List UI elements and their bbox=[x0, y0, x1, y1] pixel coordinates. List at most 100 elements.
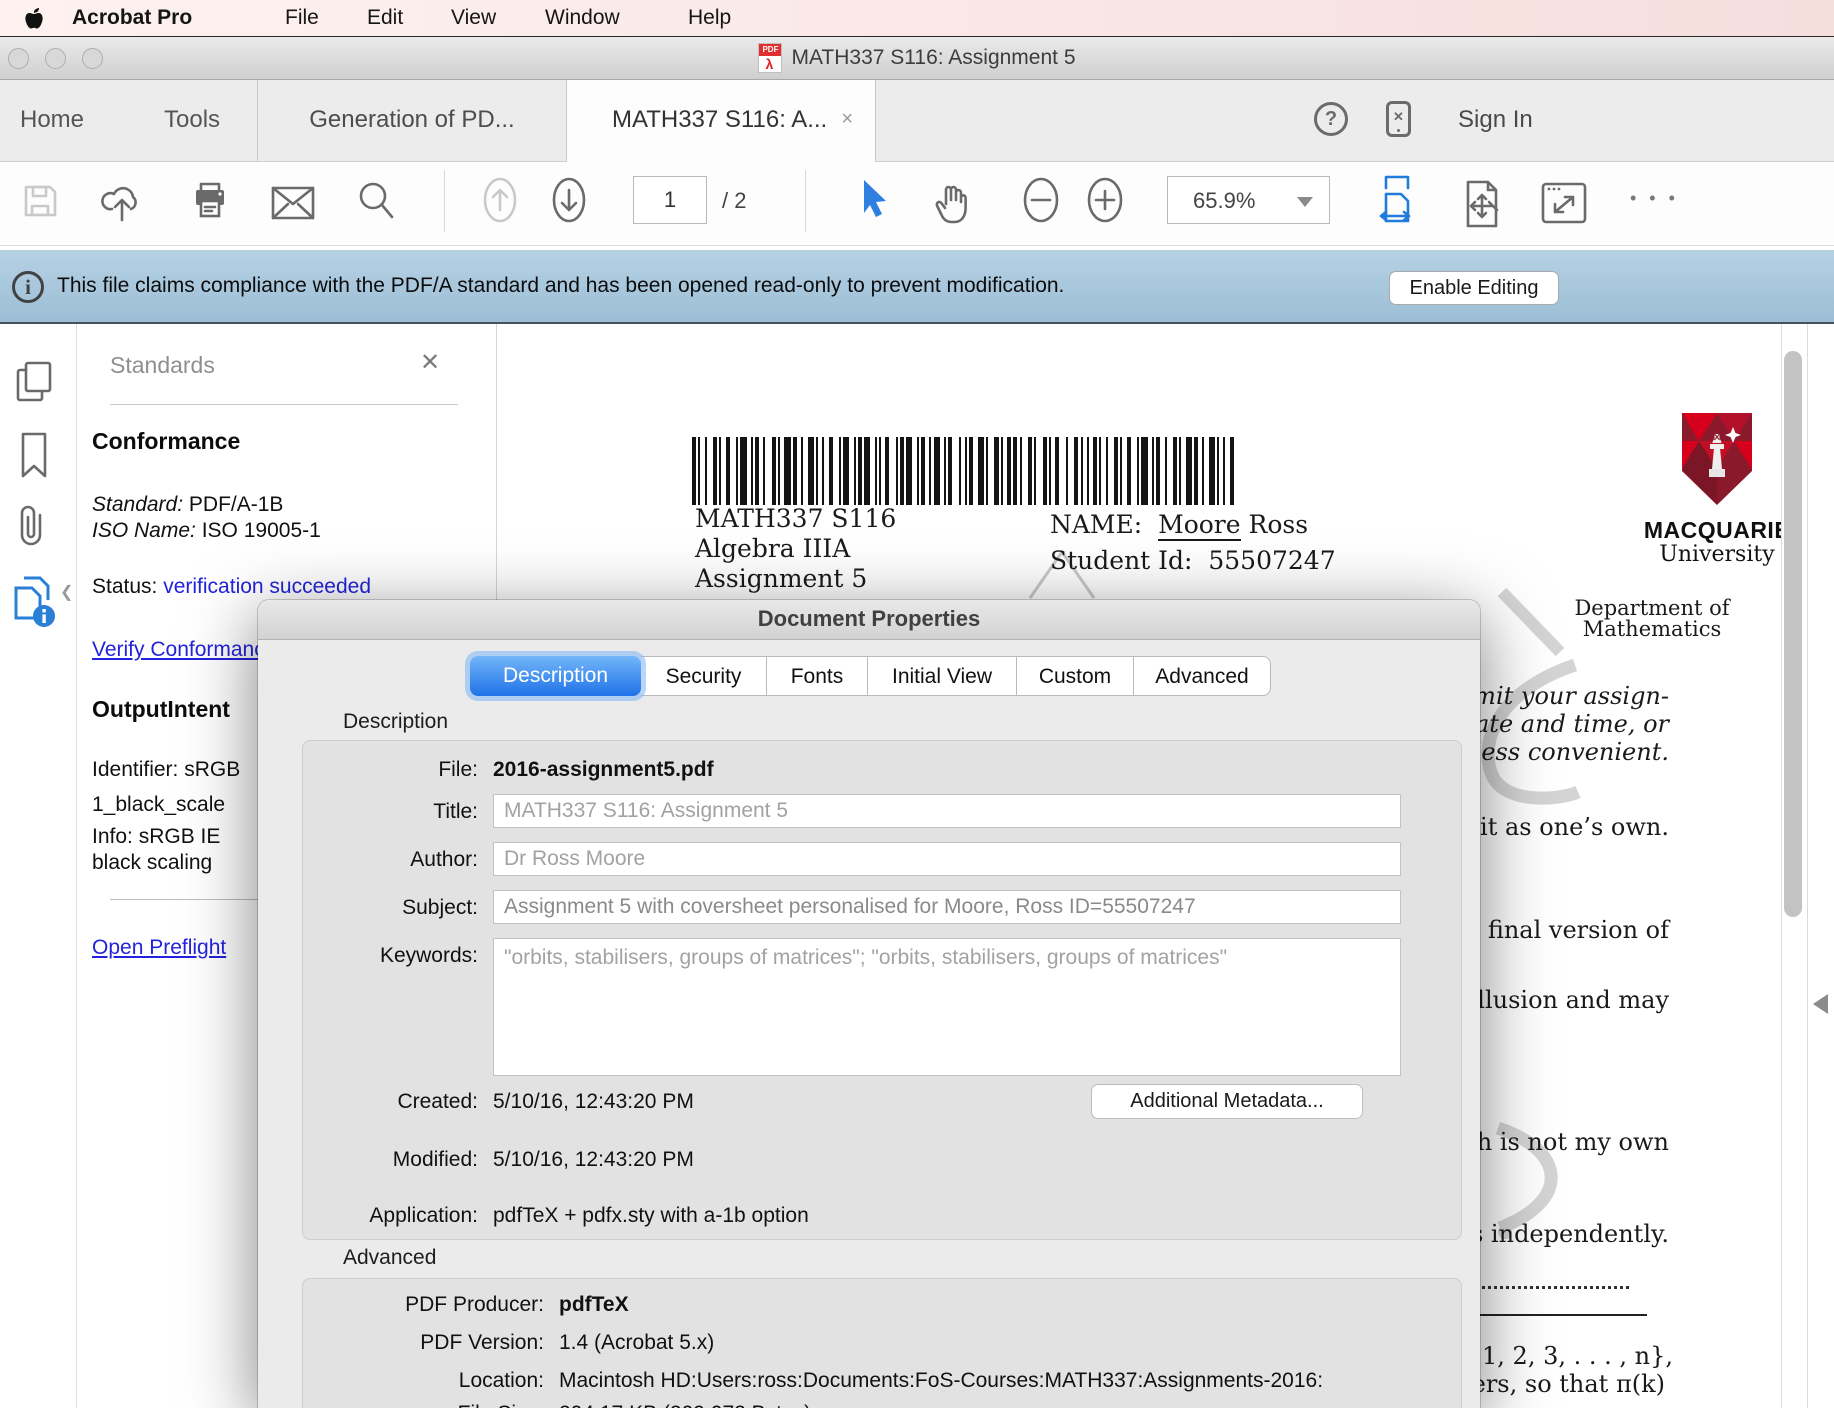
close-tab-icon[interactable]: × bbox=[841, 108, 853, 131]
title-label: Title: bbox=[433, 800, 478, 824]
close-panel-icon[interactable]: ✕ bbox=[420, 348, 440, 377]
application-label: Application: bbox=[369, 1204, 478, 1228]
more-tools-icon[interactable]: • • • bbox=[1630, 188, 1679, 209]
tab-description[interactable]: Description bbox=[470, 656, 641, 696]
tab-initial-view[interactable]: Initial View bbox=[868, 656, 1017, 696]
menu-item-app[interactable]: Acrobat Pro bbox=[72, 6, 192, 30]
author-input[interactable] bbox=[493, 842, 1401, 876]
status-line: Status: verification succeeded bbox=[92, 575, 371, 599]
fullscreen-icon[interactable] bbox=[1541, 182, 1587, 224]
vertical-scrollbar[interactable] bbox=[1781, 324, 1808, 1408]
pdf-producer-value: pdfTeX bbox=[559, 1293, 629, 1317]
open-preflight-link[interactable]: Open Preflight bbox=[92, 936, 226, 960]
scrollbar-thumb[interactable] bbox=[1784, 351, 1802, 917]
conformance-heading: Conformance bbox=[92, 428, 240, 455]
acrobat-pro-window: Acrobat Pro File Edit View Window Help P… bbox=[0, 0, 1834, 1408]
show-right-panel-icon[interactable] bbox=[1813, 994, 1828, 1014]
macquarie-shield-icon bbox=[1681, 412, 1753, 506]
standard-line: Standard: PDF/A-1B bbox=[92, 493, 283, 517]
created-value: 5/10/16, 12:43:20 PM bbox=[493, 1090, 694, 1114]
file-value: 2016-assignment5.pdf bbox=[493, 758, 714, 782]
doc-tab-generation[interactable]: Generation of PD... bbox=[258, 106, 566, 134]
email-icon[interactable] bbox=[271, 186, 315, 220]
tab-home[interactable]: Home bbox=[20, 106, 84, 134]
document-properties-dialog: Document Properties Description Security… bbox=[258, 600, 1480, 1408]
fit-page-icon[interactable] bbox=[1462, 180, 1502, 228]
menu-item-edit[interactable]: Edit bbox=[367, 6, 403, 30]
save-icon[interactable] bbox=[19, 180, 61, 222]
zoom-level-dropdown[interactable]: 65.9% bbox=[1167, 176, 1330, 224]
window-title-bar: PDFλ MATH337 S116: Assignment 5 bbox=[0, 36, 1834, 80]
bookmarks-icon[interactable] bbox=[20, 432, 48, 478]
keywords-input[interactable]: "orbits, stabilisers, groups of matrices… bbox=[493, 938, 1401, 1076]
document-tab-bar: Home Tools Generation of PD... MATH337 S… bbox=[0, 80, 1834, 162]
subject-input[interactable] bbox=[493, 890, 1401, 924]
info-icon: i bbox=[12, 271, 44, 303]
share-upload-icon[interactable] bbox=[100, 180, 144, 222]
course-info: MATH337 S116 Algebra IIIA Assignment 5 bbox=[695, 504, 896, 594]
dialog-title: Document Properties bbox=[258, 600, 1480, 640]
mobile-device-icon[interactable]: ✕ bbox=[1386, 101, 1411, 137]
modified-value: 5/10/16, 12:43:20 PM bbox=[493, 1148, 694, 1172]
zoom-in-icon[interactable] bbox=[1086, 176, 1124, 224]
standards-panel-title: Standards bbox=[110, 352, 215, 379]
title-input[interactable] bbox=[493, 794, 1401, 828]
dialog-tabs: Description Security Fonts Initial View … bbox=[470, 656, 1271, 696]
menu-item-window[interactable]: Window bbox=[545, 6, 620, 30]
tab-tools[interactable]: Tools bbox=[164, 106, 220, 134]
location-value: Macintosh HD:Users:ross:Documents:FoS-Co… bbox=[559, 1369, 1323, 1393]
file-size-value: 204.17 KB (209,072 Bytes) bbox=[559, 1402, 811, 1408]
macquarie-logo: MACQUARIE University bbox=[1602, 412, 1781, 567]
sign-in-button[interactable]: Sign In bbox=[1458, 106, 1533, 134]
notice-message: This file claims compliance with the PDF… bbox=[57, 274, 1064, 298]
application-value: pdfTeX + pdfx.sty with a-1b option bbox=[493, 1204, 809, 1228]
file-label: File: bbox=[438, 758, 478, 782]
created-label: Created: bbox=[397, 1090, 478, 1114]
next-page-icon[interactable] bbox=[551, 176, 587, 224]
file-size-label: File Size: bbox=[458, 1402, 544, 1408]
menu-item-file[interactable]: File bbox=[285, 6, 319, 30]
barcode bbox=[692, 437, 1238, 505]
attachments-icon[interactable] bbox=[14, 504, 50, 550]
macos-menu-bar: Acrobat Pro File Edit View Window Help bbox=[0, 0, 1834, 36]
additional-metadata-button[interactable]: Additional Metadata... bbox=[1091, 1084, 1363, 1119]
previous-page-icon[interactable] bbox=[482, 176, 518, 224]
tab-advanced[interactable]: Advanced bbox=[1134, 656, 1271, 696]
student-name-line: NAME: Moore Ross bbox=[1050, 510, 1308, 539]
info-line: Info: sRGB IE bbox=[92, 825, 220, 849]
page-thumbnails-icon[interactable] bbox=[14, 360, 54, 404]
scroll-mode-icon[interactable] bbox=[1378, 174, 1416, 228]
menu-item-help[interactable]: Help bbox=[688, 6, 731, 30]
subject-label: Subject: bbox=[402, 896, 478, 920]
blackscaling-line: black scaling bbox=[92, 851, 212, 875]
zoom-out-icon[interactable] bbox=[1022, 176, 1060, 224]
tab-security[interactable]: Security bbox=[641, 656, 767, 696]
pdf-file-icon: PDFλ bbox=[758, 43, 782, 73]
navigation-rail: ❮ bbox=[0, 324, 77, 1408]
tab-custom[interactable]: Custom bbox=[1017, 656, 1134, 696]
search-icon[interactable] bbox=[356, 180, 398, 222]
apple-icon[interactable] bbox=[24, 7, 44, 30]
pdf-version-value: 1.4 (Acrobat 5.x) bbox=[559, 1331, 714, 1355]
verify-conformance-link[interactable]: Verify Conformance bbox=[92, 638, 276, 662]
help-icon[interactable]: ? bbox=[1314, 102, 1348, 136]
pdfa-notice-bar: i This file claims compliance with the P… bbox=[0, 250, 1834, 324]
pdf-text-fragment: less convenient. bbox=[1474, 738, 1669, 766]
menu-item-view[interactable]: View bbox=[451, 6, 496, 30]
identifier-line: Identifier: sRGB bbox=[92, 758, 240, 782]
print-icon[interactable] bbox=[189, 180, 231, 222]
hand-tool-icon[interactable] bbox=[933, 180, 977, 226]
tab-fonts[interactable]: Fonts bbox=[767, 656, 868, 696]
page-number-input[interactable] bbox=[633, 176, 707, 224]
enable-editing-button[interactable]: Enable Editing bbox=[1389, 271, 1559, 305]
iso-line: ISO Name: ISO 19005-1 bbox=[92, 519, 321, 543]
pdf-producer-label: PDF Producer: bbox=[405, 1293, 544, 1317]
keywords-label: Keywords: bbox=[380, 944, 478, 968]
doc-tab-active[interactable]: MATH337 S116: A... × bbox=[566, 80, 876, 163]
author-label: Author: bbox=[410, 848, 478, 872]
collapse-panel-icon[interactable]: ❮ bbox=[60, 582, 73, 602]
description-panel: File: 2016-assignment5.pdf Title: Author… bbox=[302, 740, 1462, 1240]
standards-icon[interactable] bbox=[10, 576, 58, 628]
main-toolbar: / 2 65.9% • • • bbox=[0, 162, 1834, 246]
select-tool-icon[interactable] bbox=[858, 178, 892, 222]
